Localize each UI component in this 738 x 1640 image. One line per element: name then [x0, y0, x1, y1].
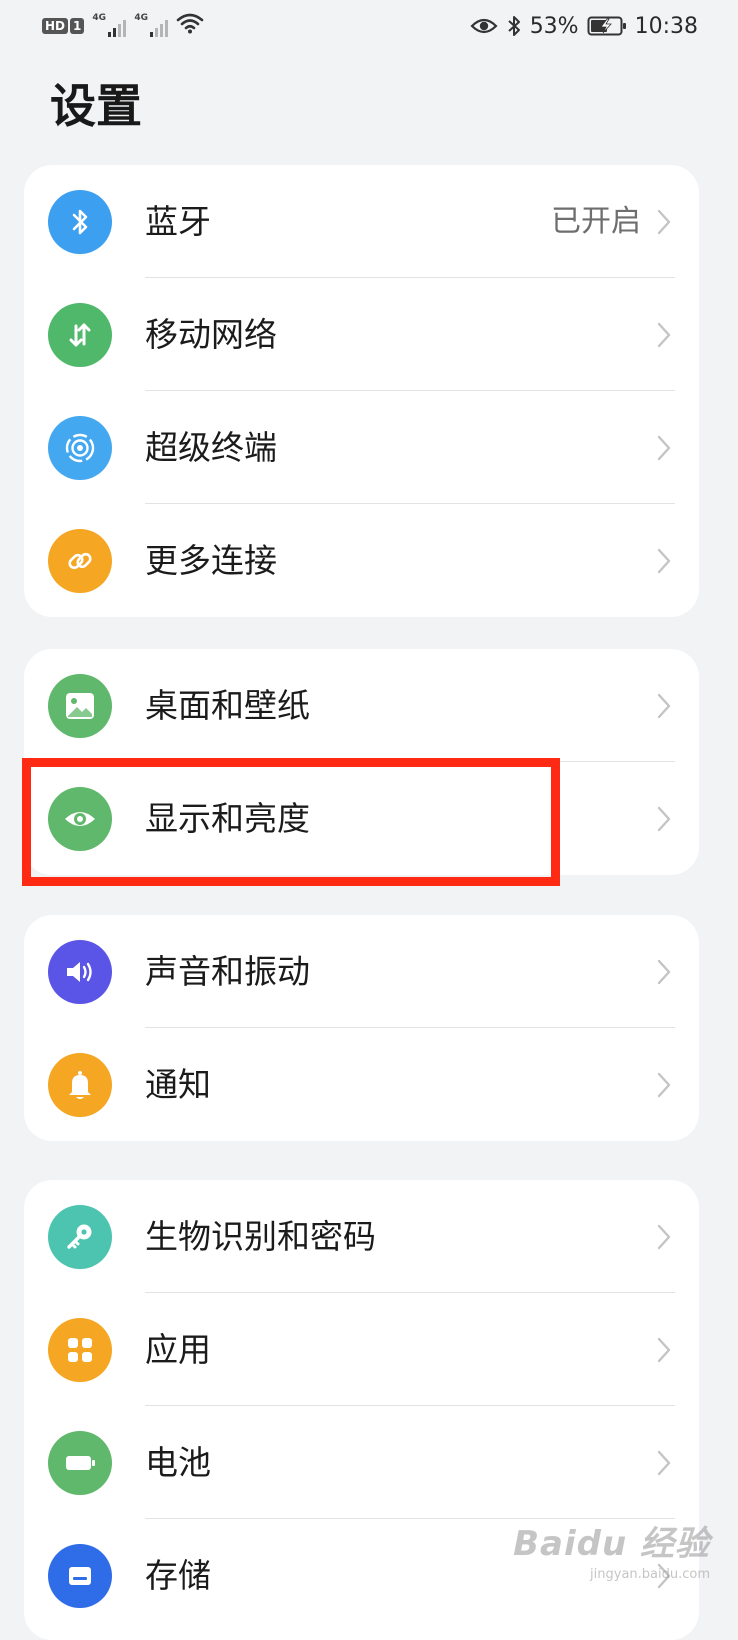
hd-label: HD — [42, 18, 69, 34]
settings-item-battery[interactable]: 电池 — [24, 1406, 699, 1519]
battery-percent: 53% — [529, 13, 579, 39]
hd-voice-icon: HD 1 — [42, 18, 85, 34]
watermark: Baidu 经验 jingyan.baidu.com — [513, 1516, 710, 1582]
settings-item-label: 桌面和壁纸 — [145, 685, 310, 725]
settings-item-label: 声音和振动 — [145, 951, 310, 991]
settings-item-label: 存储 — [145, 1555, 211, 1595]
settings-item-display-brightness[interactable]: 显示和亮度 — [24, 762, 699, 875]
chevron-right-icon — [655, 1448, 673, 1478]
settings-item-label: 更多连接 — [145, 540, 277, 580]
status-bar: HD 1 4G 4G 53% 10:38 — [0, 0, 738, 52]
settings-item-label: 电池 — [145, 1442, 211, 1482]
eye-icon — [48, 786, 112, 851]
eye-comfort-icon — [470, 16, 498, 36]
watermark-url: jingyan.baidu.com — [590, 1567, 710, 1582]
battery-icon — [48, 1430, 112, 1495]
chevron-right-icon — [655, 1222, 673, 1252]
chevron-right-icon — [655, 546, 673, 576]
wifi-icon — [176, 12, 204, 40]
settings-item-label: 超级终端 — [145, 427, 277, 467]
speaker-icon — [48, 939, 112, 1004]
settings-item-super-device[interactable]: 超级终端 — [24, 391, 699, 504]
bluetooth-icon — [48, 189, 112, 254]
settings-item-label: 蓝牙 — [145, 201, 211, 241]
settings-item-bluetooth[interactable]: 蓝牙 已开启 — [24, 165, 699, 278]
settings-group-display: 桌面和壁纸 显示和亮度 — [24, 649, 699, 875]
storage-icon — [48, 1543, 112, 1608]
settings-item-label: 通知 — [145, 1064, 211, 1104]
settings-item-home-wallpaper[interactable]: 桌面和壁纸 — [24, 649, 699, 762]
signal-1-icon: 4G — [92, 13, 127, 37]
link-icon — [48, 528, 112, 593]
settings-item-label: 移动网络 — [145, 314, 277, 354]
settings-item-label: 显示和亮度 — [145, 798, 310, 838]
settings-item-notifications[interactable]: 通知 — [24, 1028, 699, 1141]
battery-charging-icon — [587, 15, 627, 37]
page-title: 设置 — [50, 79, 142, 133]
settings-item-label: 生物识别和密码 — [145, 1216, 376, 1256]
settings-item-status: 已开启 — [551, 203, 641, 239]
chevron-right-icon — [655, 1070, 673, 1100]
chevron-right-icon — [655, 207, 673, 237]
mobile-data-icon — [48, 302, 112, 367]
settings-item-more-connections[interactable]: 更多连接 — [24, 504, 699, 617]
settings-group-sound: 声音和振动 通知 — [24, 915, 699, 1141]
status-right: 53% 10:38 — [470, 14, 698, 39]
clock: 10:38 — [634, 13, 698, 39]
key-icon — [48, 1204, 112, 1269]
super-device-icon — [48, 415, 112, 480]
bluetooth-icon — [506, 14, 522, 38]
settings-item-sound-vibration[interactable]: 声音和振动 — [24, 915, 699, 1028]
status-left: HD 1 4G 4G — [42, 12, 204, 40]
settings-item-apps[interactable]: 应用 — [24, 1293, 699, 1406]
chevron-right-icon — [655, 957, 673, 987]
network-type-1: 4G — [92, 13, 107, 23]
settings-item-mobile-network[interactable]: 移动网络 — [24, 278, 699, 391]
chevron-right-icon — [655, 691, 673, 721]
settings-item-biometrics-password[interactable]: 生物识别和密码 — [24, 1180, 699, 1293]
chevron-right-icon — [655, 320, 673, 350]
network-type-2: 4G — [134, 13, 149, 23]
apps-grid-icon — [48, 1317, 112, 1382]
bell-icon — [48, 1052, 112, 1117]
chevron-right-icon — [655, 804, 673, 834]
settings-item-label: 应用 — [145, 1329, 211, 1369]
watermark-logo: Baidu 经验 — [513, 1524, 710, 1564]
chevron-right-icon — [655, 1335, 673, 1365]
sim-index: 1 — [70, 18, 85, 34]
signal-2-icon: 4G — [134, 13, 169, 37]
chevron-right-icon — [655, 433, 673, 463]
settings-group-connectivity: 蓝牙 已开启 移动网络 超级终端 更多连接 — [24, 165, 699, 617]
wallpaper-icon — [48, 673, 112, 738]
